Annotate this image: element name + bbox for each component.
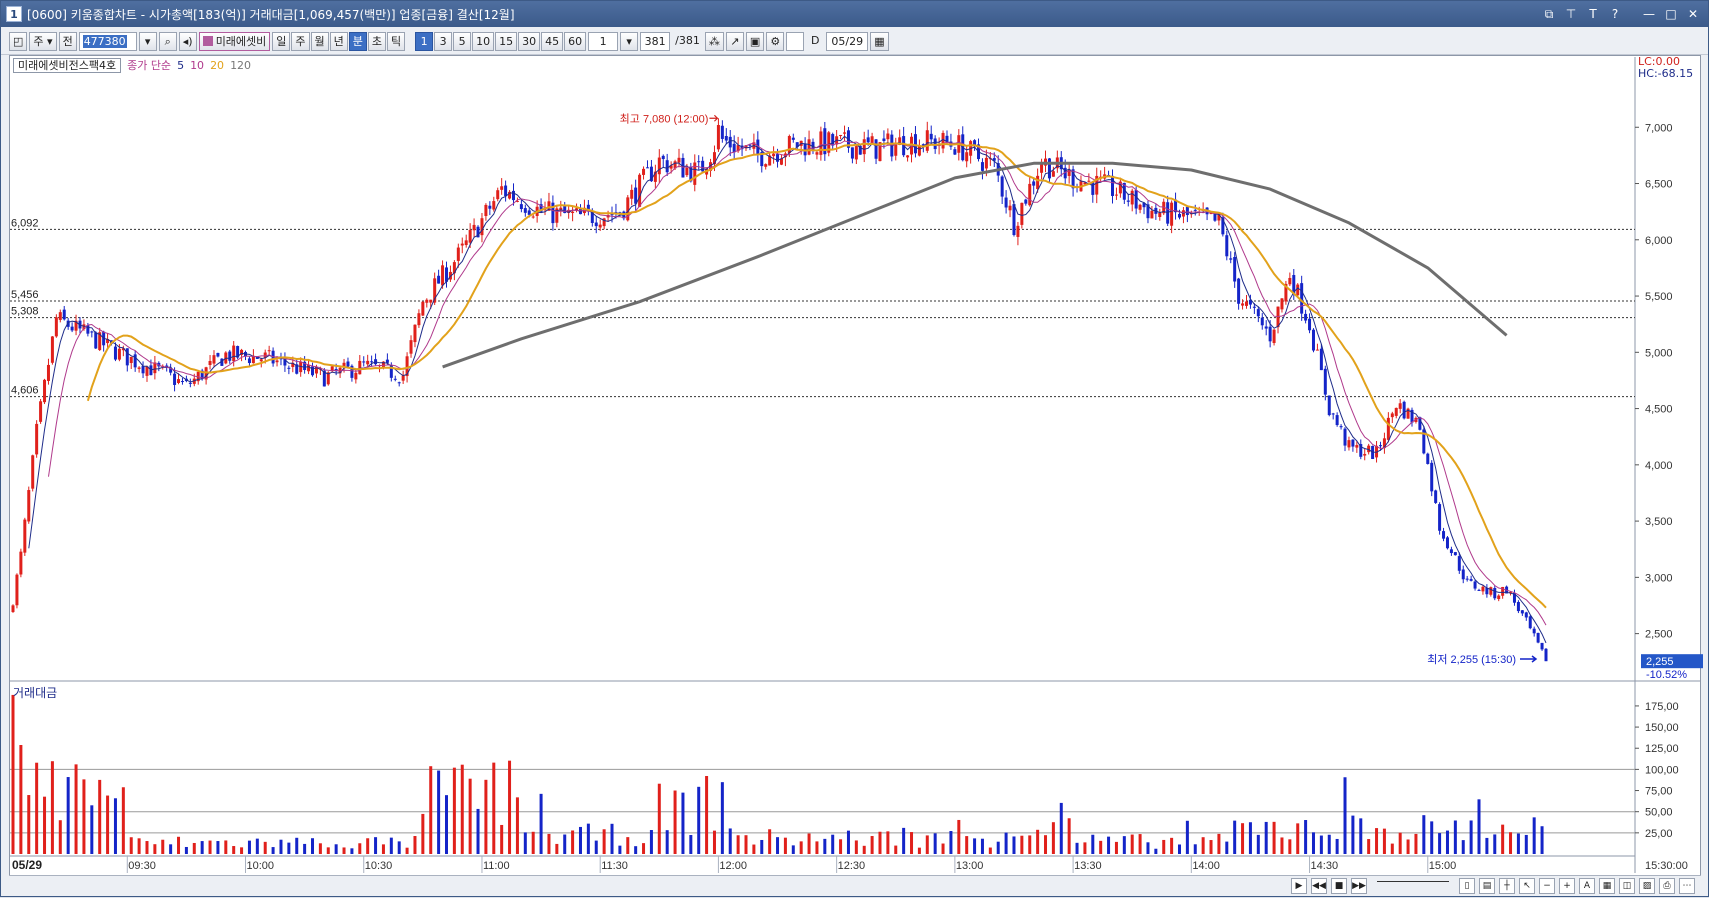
print-icon[interactable]: ⎙ (1659, 877, 1675, 894)
minimize-icon[interactable]: — (1640, 5, 1658, 23)
font-icon[interactable]: T (1584, 5, 1602, 23)
zoom-in-icon[interactable]: + (1559, 877, 1575, 894)
ma-period-label[interactable]: 5 (177, 59, 184, 72)
stock-name-label: 미래에셋비 (215, 35, 267, 48)
text-tool-icon[interactable]: A (1579, 877, 1595, 894)
stock-logo-icon (202, 36, 213, 46)
stock-code-input[interactable]: 477380 (78, 32, 137, 51)
stock-code-value: 477380 (82, 35, 127, 48)
interval-tab[interactable]: 1 (415, 32, 434, 51)
close-icon[interactable]: ✕ (1684, 5, 1702, 23)
count-total: /381 (675, 34, 700, 47)
interval-tab[interactable]: 3 (434, 32, 453, 51)
maximize-icon[interactable]: □ (1662, 5, 1680, 23)
window-title: [0600] 키움종합차트 - 시가총액[183(억)] 거래대금[1,069,… (27, 7, 515, 22)
period-tab[interactable]: 일 (272, 32, 291, 51)
ma-period-label[interactable]: 10 (190, 59, 204, 72)
cursor-icon[interactable]: ↖ (1519, 877, 1535, 894)
zoom-slider-icon[interactable]: ▯ (1459, 877, 1475, 894)
toolbar: ◰ 주 ▾ 전 477380 ▾ ⌕ ◂) 미래에셋비 일주월년분초틱 1351… (1, 29, 1708, 55)
period-tab[interactable]: 월 (310, 32, 329, 51)
date-checkbox-label: D (811, 34, 820, 47)
code-dropdown-icon[interactable]: ▾ (138, 32, 157, 51)
period-tabs: 일주월년분초틱 (272, 32, 406, 51)
crosshair-icon[interactable]: ┼ (1499, 877, 1515, 894)
zoom-out-icon[interactable]: − (1539, 877, 1555, 894)
count-input[interactable]: 381 (640, 32, 671, 51)
help-icon[interactable]: ? (1606, 5, 1624, 23)
date-checkbox[interactable] (786, 32, 805, 51)
price-stock-name[interactable]: 미래에셋비전스팩4호 (13, 57, 122, 73)
layout-icon[interactable]: ◰ (9, 32, 28, 51)
search-icon[interactable]: ⌕ (158, 32, 177, 51)
interval-tab[interactable]: 15 (495, 32, 518, 51)
period-tab[interactable]: 초 (367, 32, 387, 51)
layout-split-icon[interactable]: ◫ (1619, 877, 1635, 894)
interval-dropdown-icon[interactable]: ▾ (620, 32, 639, 51)
interval-tab[interactable]: 5 (453, 32, 472, 51)
calendar-icon[interactable]: ▦ (870, 32, 889, 51)
ma-period-label[interactable]: 120 (230, 59, 251, 72)
all-button[interactable]: 전 (58, 32, 77, 51)
period-tab[interactable]: 분 (348, 32, 367, 51)
window-buttons: ⧉ ⊤ T ? — □ ✕ (1540, 5, 1708, 23)
period-tab[interactable]: 년 (329, 32, 348, 51)
more-icon[interactable]: ⋯ (1679, 877, 1695, 894)
period-tab[interactable]: 주 (291, 32, 310, 51)
ma-period-label[interactable]: 20 (210, 59, 224, 72)
interval-tab[interactable]: 10 (472, 32, 495, 51)
price-legend: 미래에셋비전스팩4호 종가 단순 5 10 20 120 (13, 57, 251, 73)
stock-name-button[interactable]: 미래에셋비 (198, 32, 271, 51)
hc-label: HC:-68.15 (1638, 67, 1694, 80)
settings-icon[interactable]: ⚙ (766, 32, 785, 51)
draw-tool-icon[interactable]: ↗ (725, 32, 744, 51)
type-select[interactable]: 주 ▾ (29, 32, 57, 51)
rewind-icon[interactable]: ◀◀ (1311, 877, 1327, 894)
title-bar: 1 [0600] 키움종합차트 - 시가총액[183(억)] 거래대금[1,06… (1, 1, 1708, 27)
window-number: 1 (6, 6, 22, 22)
ma-periods: 5 10 20 120 (177, 59, 251, 72)
scroll-right-icon[interactable]: ▶ (1291, 877, 1307, 894)
grid-icon[interactable]: ▦ (1599, 877, 1615, 894)
restore-icon[interactable]: ⧉ (1540, 5, 1558, 23)
scroll-track[interactable] (1377, 880, 1449, 891)
interval-tab[interactable]: 60 (564, 32, 587, 51)
interval-input[interactable]: 1 (588, 32, 619, 51)
table-view-icon[interactable]: ▤ (1479, 877, 1495, 894)
ma-label[interactable]: 종가 단순 (127, 57, 171, 73)
interval-tabs: 1 3 5 10 15 30 45 60 (415, 32, 587, 51)
indicator-icon[interactable]: ⁂ (704, 32, 724, 51)
type-select-value: 주 (33, 35, 44, 48)
interval-tab[interactable]: 30 (518, 32, 541, 51)
chart-window: 1 [0600] 키움종합차트 - 시가총액[183(억)] 거래대금[1,06… (0, 0, 1709, 897)
date-input[interactable]: 05/29 (826, 32, 869, 51)
fast-forward-icon[interactable]: ▶▶ (1351, 877, 1367, 894)
interval-tab[interactable]: 45 (541, 32, 564, 51)
period-tab[interactable]: 틱 (387, 32, 406, 51)
chart-scrollbar: ▶ ◀◀ ■ ▶▶ ▯ ▤ ┼ ↖ − + A ▦ ◫ ▨ ⎙ ⋯ (9, 875, 1701, 895)
image-icon[interactable]: ▨ (1639, 877, 1655, 894)
volume-title[interactable]: 거래대금 (13, 684, 57, 701)
speaker-icon[interactable]: ◂) (178, 32, 197, 51)
save-icon[interactable]: ▣ (745, 32, 765, 51)
chart-frame (9, 55, 1701, 877)
title-spacer (1628, 5, 1636, 23)
stop-icon[interactable]: ■ (1331, 877, 1347, 894)
pin-icon[interactable]: ⊤ (1562, 5, 1580, 23)
